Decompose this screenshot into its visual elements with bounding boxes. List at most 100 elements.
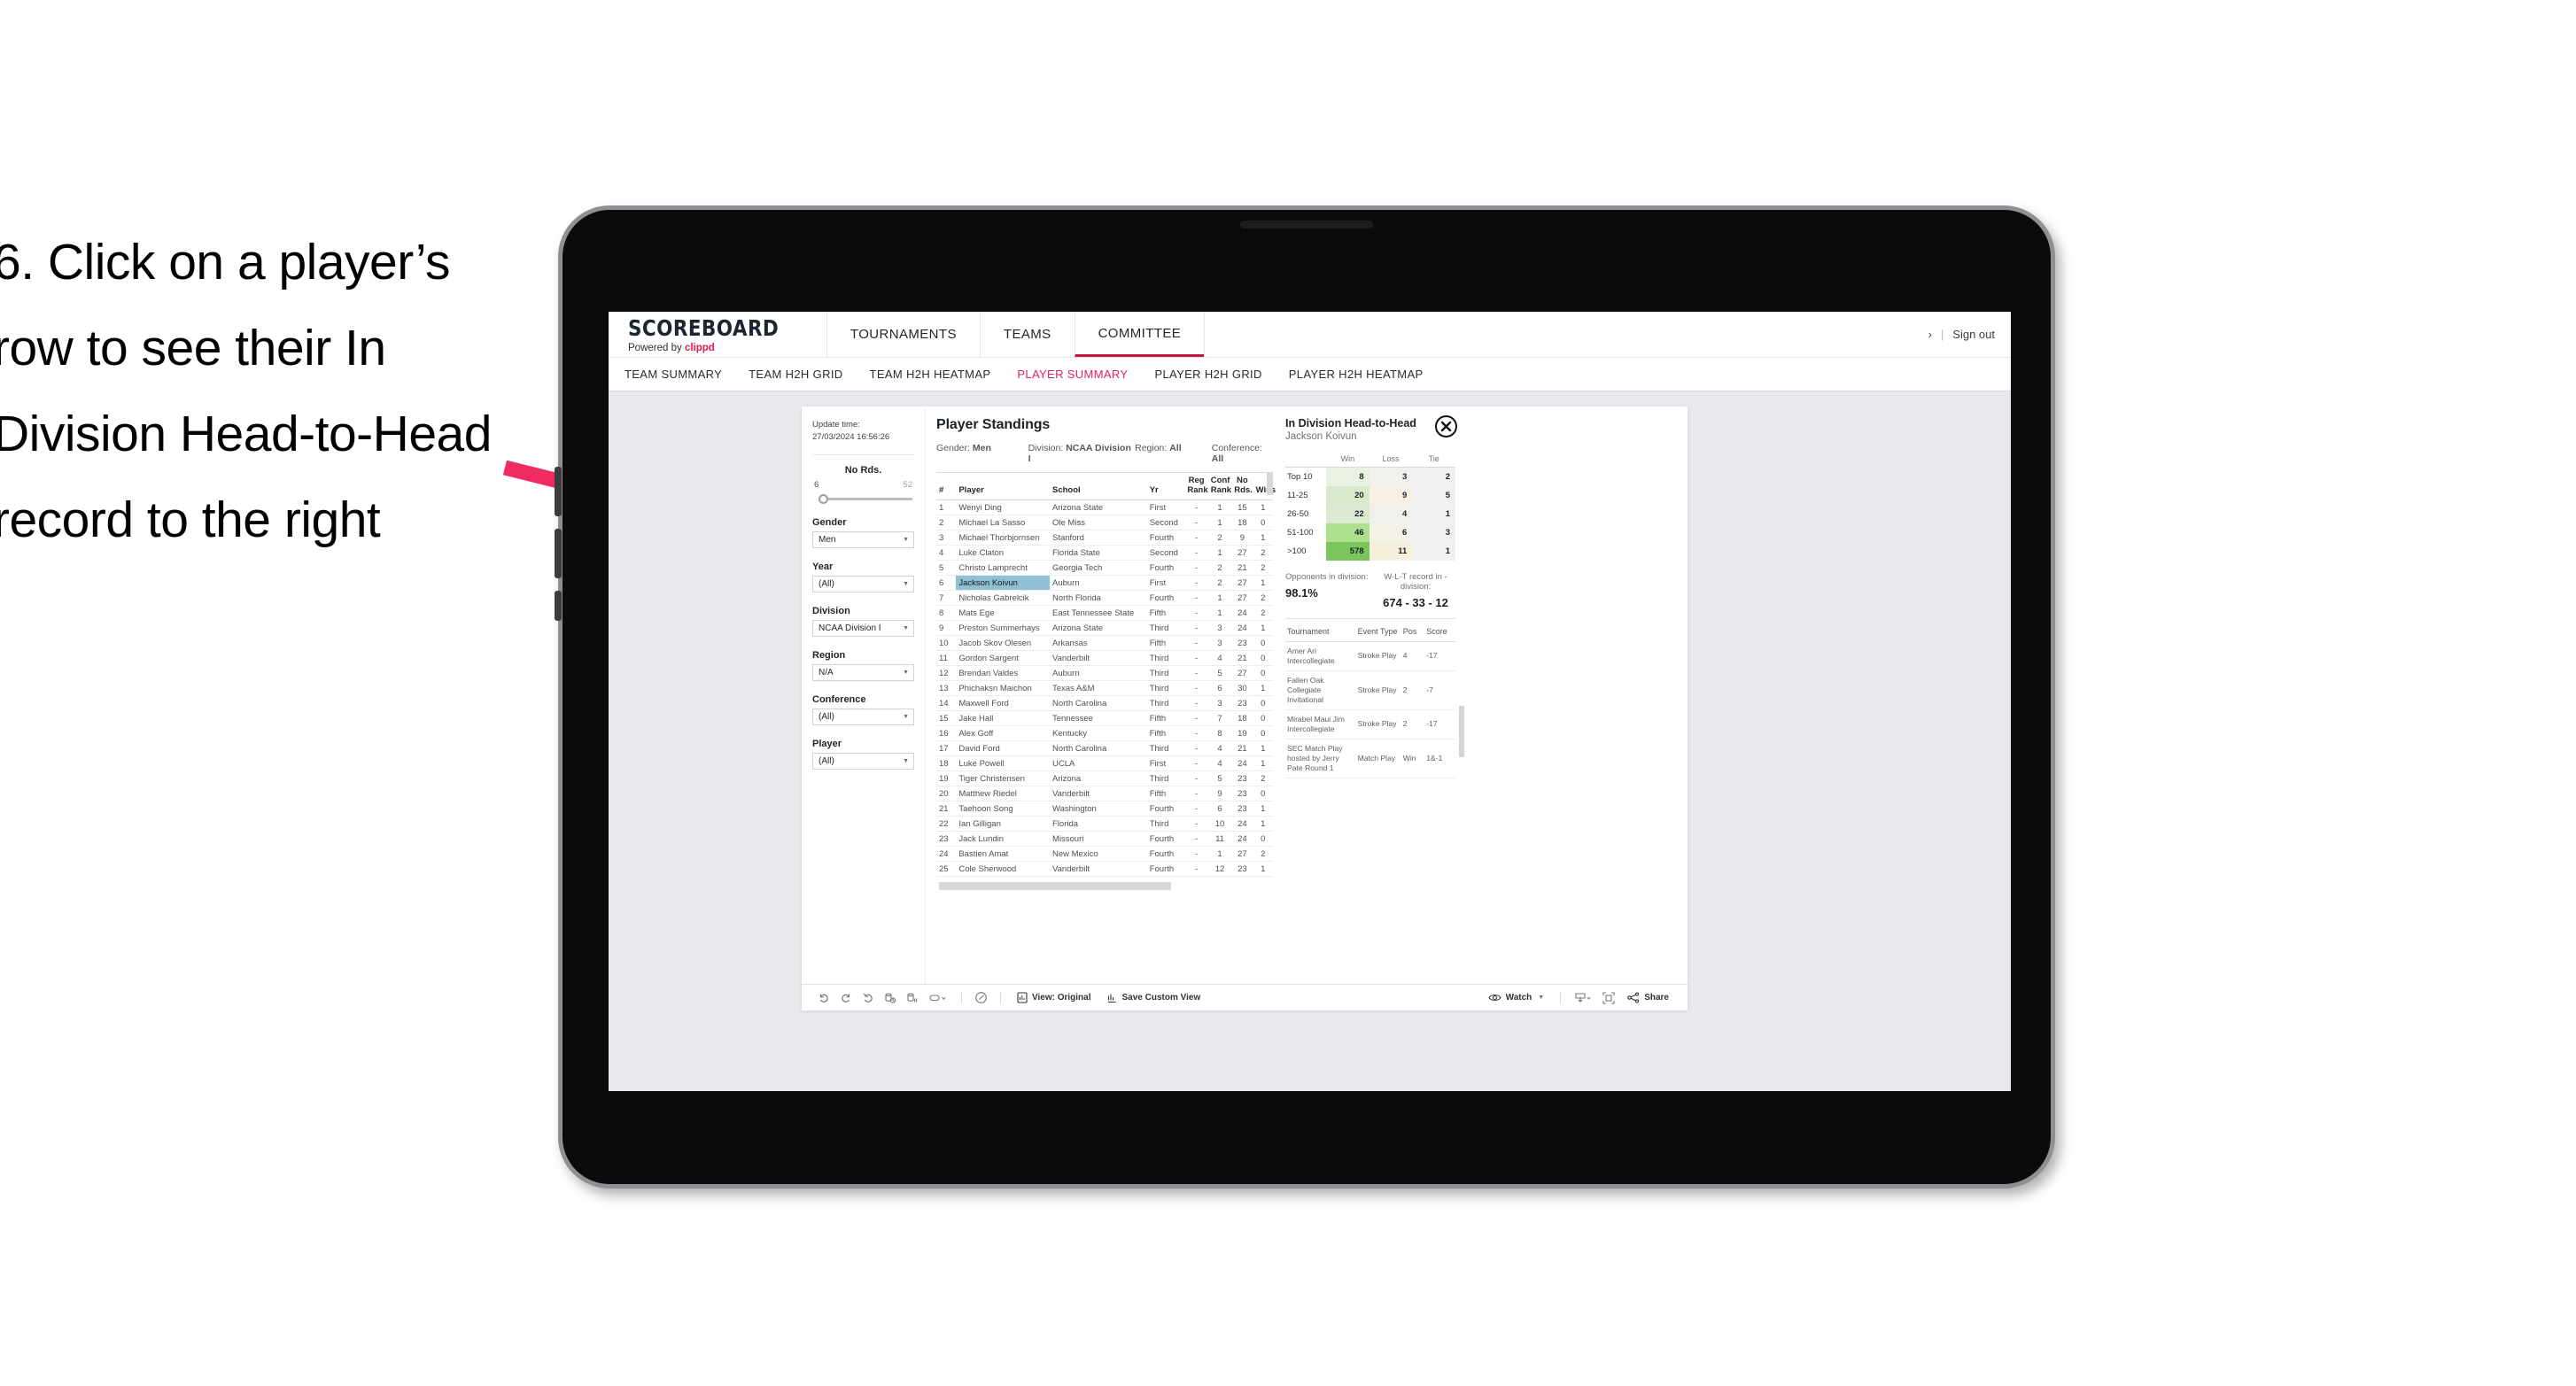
filter-year-select[interactable]: (All) ▼ [812,575,914,592]
table-row[interactable]: 20 Matthew Riedel Vanderbilt Fifth -9 23 0 [936,786,1273,802]
col-player[interactable]: Player [956,471,1050,501]
cell-player: David Ford [956,740,1050,757]
col-pos[interactable]: Pos [1401,620,1425,642]
cell-rds: 24 [1231,620,1253,637]
presentation-mode-icon[interactable] [923,992,953,1004]
filter-region-select[interactable]: N/A ▼ [812,663,914,681]
standings-vertical-scrollbar[interactable] [1267,472,1273,495]
col-reg-rank[interactable]: Reg Rank [1184,471,1208,501]
cell-reg: - [1184,545,1208,561]
view-original-button[interactable]: View: Original [1009,992,1099,1003]
watch-button[interactable]: Watch ▼ [1480,993,1553,1003]
watch-label: Watch [1505,993,1532,1003]
instruction-text: 6. Click on a player’s row to see their … [0,234,492,548]
nav-teams[interactable]: TEAMS [979,312,1075,357]
filter-division-select[interactable]: NCAA Division I ▼ [812,619,914,637]
tournament-row[interactable]: SEC Match Play hosted by Jerry Pate Roun… [1285,739,1455,778]
table-row[interactable]: 6 Jackson Koivun Auburn First -2 27 1 [936,575,1273,592]
tablet-button-volume-up[interactable] [555,467,562,516]
h2h-cell-loss: 3 [1369,467,1413,486]
table-row[interactable]: 12 Brendan Valdes Auburn Third -5 27 0 [936,665,1273,682]
tablet-button-power[interactable] [555,591,562,621]
table-row[interactable]: 22 Ian Gilligan Florida Third -10 24 1 [936,816,1273,832]
table-row[interactable]: 21 Taehoon Song Washington Fourth -6 23 1 [936,801,1273,817]
table-row[interactable]: 3 Michael Thorbjornsen Stanford Fourth -2 9 1 [936,530,1273,546]
table-row[interactable]: 8 Mats Ege East Tennessee State Fifth -1 24 2 [936,605,1273,622]
filter-gender-select[interactable]: Men ▼ [812,530,914,548]
table-row[interactable]: 11 Gordon Sargent Vanderbilt Third -4 21 0 [936,650,1273,667]
tournament-row[interactable]: Fallen Oak Collegiate Invitational Stroke… [1285,670,1455,710]
table-row[interactable]: 5 Christo Lamprecht Georgia Tech Fourth -2 21… [936,560,1273,577]
slider-handle[interactable] [819,493,828,504]
tournament-row[interactable]: Amer Ari Intercollegiate Stroke Play 4 -17 [1285,641,1455,671]
table-row[interactable]: 23 Jack Lundin Missouri Fourth -11 24 0 [936,831,1273,848]
table-row[interactable]: 14 Maxwell Ford North Carolina Third -3 23 0 [936,695,1273,712]
tournament-row[interactable]: Mirabel Maui Jim Intercollegiate Stroke P… [1285,709,1455,739]
table-row[interactable]: 17 David Ford North Carolina Third -4 21 1 [936,740,1273,757]
cell-wins: 2 [1253,605,1273,622]
col-score[interactable]: Score [1424,620,1455,642]
no-rounds-slider[interactable] [812,493,914,504]
close-circle-icon[interactable] [1435,415,1457,437]
cell-num: 1 [936,499,957,516]
table-row[interactable]: 1 Wenyi Ding Arizona State First -1 15 1 [936,499,1273,516]
table-row[interactable]: 25 Cole Sherwood Vanderbilt Fourth -12 23 1 [936,861,1273,878]
tournament-scrollbar[interactable] [1459,706,1464,757]
table-row[interactable]: 16 Alex Goff Kentucky Fifth -8 19 0 [936,725,1273,742]
h2h-col-tie: Tie [1412,454,1455,468]
col-event-type[interactable]: Event Type [1355,620,1401,642]
filter-conference-select[interactable]: (All) ▼ [812,708,914,725]
tab-team-h2h-grid[interactable]: TEAM H2H GRID [749,368,842,381]
save-custom-view-button[interactable]: Save Custom View [1099,992,1209,1003]
col-rank[interactable]: # [936,471,957,501]
table-row[interactable]: 9 Preston Summerhays Arizona State Third -3 2… [936,620,1273,637]
cell-yr: Fifth [1146,605,1185,622]
tab-team-h2h-heatmap[interactable]: TEAM H2H HEATMAP [870,368,991,381]
nav-tournaments[interactable]: TOURNAMENTS [826,312,980,357]
chevron-right-icon[interactable]: › [1928,328,1932,341]
col-tournament[interactable]: Tournament [1285,620,1356,642]
table-row[interactable]: 7 Nicholas Gabrelcik North Florida Fourth -1… [936,590,1273,607]
cell-school: New Mexico [1050,846,1147,863]
cell-school: Arizona State [1050,499,1147,516]
refresh-data-icon[interactable] [879,992,901,1004]
col-conf-rank[interactable]: Conf Rank [1207,471,1232,501]
revert-icon[interactable] [857,992,879,1004]
tablet-button-volume-down[interactable] [555,529,562,578]
col-no-rds[interactable]: No Rds. [1231,471,1253,501]
tab-player-summary[interactable]: PLAYER SUMMARY [1017,368,1128,381]
cell-player: Phichaksn Maichon [956,680,1050,697]
fullscreen-icon[interactable] [1597,991,1619,1004]
table-row[interactable]: 19 Tiger Christensen Arizona Third -5 23 2 [936,770,1273,787]
sign-out-link[interactable]: Sign out [1952,328,1995,341]
redo-icon[interactable] [834,992,857,1004]
pause-auto-update-icon[interactable] [970,991,992,1004]
nav-committee[interactable]: COMMITTEE [1074,312,1205,357]
tab-player-h2h-heatmap[interactable]: PLAYER H2H HEATMAP [1289,368,1424,381]
cell-wins: 0 [1253,831,1273,848]
brand-logo[interactable]: SCOREBOARD Powered by clippd [609,312,826,357]
table-row[interactable]: 10 Jacob Skov Olesen Arkansas Fifth -3 23 0 [936,635,1273,652]
tab-player-h2h-grid[interactable]: PLAYER H2H GRID [1154,368,1261,381]
download-icon[interactable] [1569,992,1597,1004]
share-button[interactable]: Share [1619,992,1677,1003]
h2h-matrix-table: Win Loss Tie Top 10 8 3 2 11-25 20 9 5 26-50 22 4 1… [1285,454,1455,561]
cell-yr: Third [1146,695,1185,712]
table-row[interactable]: 15 Jake Hall Tennessee Fifth -7 18 0 [936,710,1273,727]
cell-yr: Fourth [1146,560,1185,577]
table-row[interactable]: 2 Michael La Sasso Ole Miss Second -1 18 0 [936,515,1273,531]
table-row[interactable]: 24 Bastien Amat New Mexico Fourth -1 27 2 [936,846,1273,863]
pause-updates-icon[interactable] [901,992,923,1004]
standings-header-row: # Player School Yr Reg Rank Conf Rank No Rd… [936,471,1276,501]
undo-icon[interactable] [812,992,834,1004]
tab-team-summary[interactable]: TEAM SUMMARY [625,368,722,381]
col-year[interactable]: Yr [1146,471,1185,501]
standings-horizontal-scrollbar[interactable] [939,882,1171,891]
table-row[interactable]: 13 Phichaksn Maichon Texas A&M Third -6 30 1 [936,680,1273,697]
chevron-down-icon: ▼ [903,713,909,720]
cell-num: 7 [936,590,957,607]
table-row[interactable]: 4 Luke Claton Florida State Second -1 27 2 [936,545,1273,561]
col-school[interactable]: School [1050,471,1147,501]
filter-player-select[interactable]: (All) ▼ [812,752,914,770]
table-row[interactable]: 18 Luke Powell UCLA First -4 24 1 [936,755,1273,772]
